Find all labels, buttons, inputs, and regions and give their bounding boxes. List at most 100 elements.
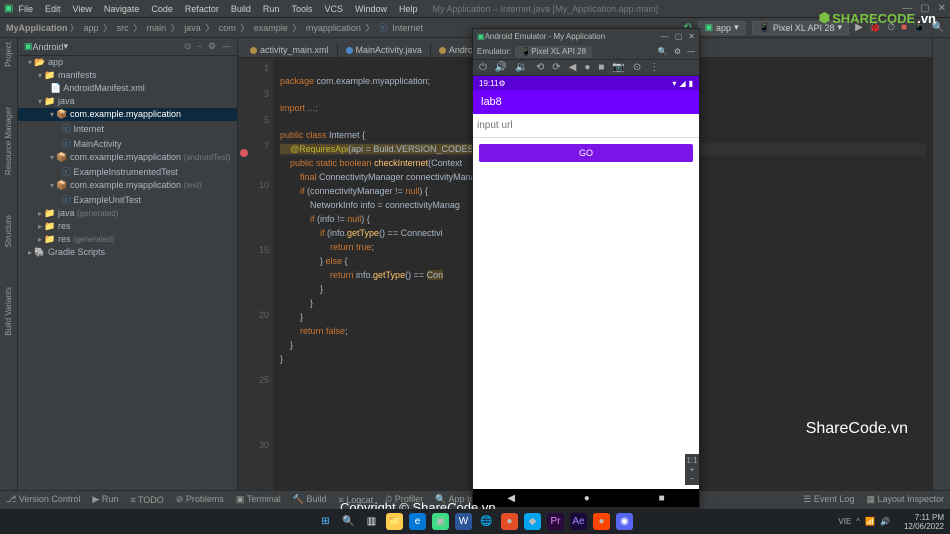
tree-pkg-androidtest[interactable]: 📦 com.example.myapplication (androidTest…: [18, 151, 237, 164]
app-icon-3[interactable]: ●: [593, 513, 610, 530]
tree-file-eut[interactable]: ⓒ ExampleUnitTest: [18, 192, 237, 207]
emu-overview-icon[interactable]: ■: [598, 62, 604, 73]
go-button[interactable]: GO: [479, 144, 693, 162]
url-input[interactable]: [477, 120, 695, 131]
chrome-icon[interactable]: 🌐: [478, 513, 495, 530]
tree-pkg-test[interactable]: 📦 com.example.myapplication (test): [18, 179, 237, 192]
tree-file-mainactivity[interactable]: ⓒ MainActivity: [18, 136, 237, 151]
emu-min-icon[interactable]: —: [661, 32, 669, 41]
tool-problems[interactable]: ⊘ Problems: [176, 494, 224, 505]
menu-vcs[interactable]: VCS: [319, 3, 348, 15]
url-input-row[interactable]: [473, 114, 699, 138]
menu-tools[interactable]: Tools: [286, 3, 317, 15]
menu-file[interactable]: File: [13, 3, 38, 15]
tree-res[interactable]: 📁 res: [18, 220, 237, 233]
tray-volume-icon[interactable]: 🔊: [880, 517, 890, 526]
tab-mainactivity[interactable]: MainActivity.java: [338, 43, 431, 57]
tree-hide-icon[interactable]: —: [222, 41, 231, 52]
tool-build-variants[interactable]: Build Variants: [4, 287, 13, 336]
tree-gear-icon[interactable]: ⚙: [208, 41, 216, 52]
tool-structure[interactable]: Structure: [4, 215, 13, 247]
tree-java[interactable]: 📁 java: [18, 95, 237, 108]
tray-lang[interactable]: VIE: [838, 517, 851, 526]
tree-pkg-main[interactable]: 📦 com.example.myapplication: [18, 108, 237, 121]
menu-navigate[interactable]: Navigate: [99, 3, 145, 15]
emu-screenshot-icon[interactable]: 📷: [612, 62, 624, 73]
start-icon[interactable]: ⊞: [317, 513, 334, 530]
app-icon-2[interactable]: ◆: [524, 513, 541, 530]
emu-rotleft-icon[interactable]: ⟲: [536, 62, 544, 73]
nav-overview-icon[interactable]: ■: [659, 493, 665, 504]
menu-build[interactable]: Build: [226, 3, 256, 15]
tree-settings-icon[interactable]: ⊙: [184, 41, 192, 52]
androidstudio-icon[interactable]: ▣: [432, 513, 449, 530]
close-icon[interactable]: ✕: [938, 3, 946, 14]
taskbar-clock[interactable]: 7:11 PM12/06/2022: [904, 513, 944, 531]
phone-screen[interactable]: 19:11 ⚙ ▾◢▮ lab8 GO 1:1+− ◀ ● ■: [473, 76, 699, 507]
menu-run[interactable]: Run: [258, 3, 285, 15]
breakpoint-gutter[interactable]: [238, 58, 250, 490]
menu-refactor[interactable]: Refactor: [180, 3, 224, 15]
menu-help[interactable]: Help: [394, 3, 423, 15]
tree-collapse-icon[interactable]: ⎯: [197, 41, 202, 52]
emu-device-selector[interactable]: 📱 Pixel XL API 28: [515, 46, 592, 58]
emu-more-icon[interactable]: ⋮: [649, 62, 659, 73]
menu-view[interactable]: View: [67, 3, 96, 15]
tree-file-internet[interactable]: ⓒ Internet: [18, 121, 237, 136]
zoom-control[interactable]: 1:1+−: [685, 454, 699, 485]
tree-app[interactable]: 📂 app: [18, 56, 237, 69]
tree-manifests[interactable]: 📁 manifests: [18, 69, 237, 82]
emu-power-icon[interactable]: ⏻: [479, 62, 487, 73]
taskview-icon[interactable]: ▥: [363, 513, 380, 530]
emu-close-icon[interactable]: ✕: [688, 32, 695, 41]
emulator-window[interactable]: ▣ Android Emulator - My Application —▢✕ …: [472, 28, 700, 508]
emulator-titlebar[interactable]: ▣ Android Emulator - My Application —▢✕: [473, 29, 699, 44]
tray-wifi-icon[interactable]: 📶: [865, 517, 875, 526]
tree-gradle[interactable]: 🐘 Gradle Scripts: [18, 246, 237, 259]
tool-project[interactable]: Project: [4, 42, 13, 67]
app-icon-1[interactable]: ●: [501, 513, 518, 530]
tree-manifest-file[interactable]: 📄 AndroidManifest.xml: [18, 82, 237, 95]
tree-res-gen[interactable]: 📁 res (generated): [18, 233, 237, 246]
windows-taskbar[interactable]: ⊞ 🔍 ▥ 📁 e ▣ W 🌐 ● ◆ Pr Ae ● ◉ VIE ^ 📶 🔊 …: [0, 509, 950, 534]
nav-back-icon[interactable]: ◀: [507, 493, 515, 504]
tool-todo[interactable]: ≡ TODO: [130, 495, 163, 505]
breadcrumb[interactable]: MyApplication 〉 app 〉 src 〉 main 〉 java …: [6, 21, 425, 34]
tool-run[interactable]: ▶ Run: [92, 494, 118, 505]
tree-header[interactable]: ▣ Android ▾ ⊙⎯⚙—: [18, 38, 237, 56]
tool-resource-manager[interactable]: Resource Manager: [4, 107, 13, 175]
explorer-icon[interactable]: 📁: [386, 513, 403, 530]
emu-home-icon[interactable]: ●: [584, 62, 590, 73]
tree-java-gen[interactable]: 📁 java (generated): [18, 207, 237, 220]
aftereffects-icon[interactable]: Ae: [570, 513, 587, 530]
tree-file-eit[interactable]: ⓒ ExampleInstrumentedTest: [18, 164, 237, 179]
tool-vcs[interactable]: ⎇ Version Control: [6, 494, 80, 505]
menu-window[interactable]: Window: [350, 3, 392, 15]
tool-layout-inspector[interactable]: ▦ Layout Inspector: [866, 494, 944, 505]
nav-home-icon[interactable]: ●: [584, 493, 590, 504]
project-tree[interactable]: ▣ Android ▾ ⊙⎯⚙— 📂 app 📁 manifests 📄 And…: [18, 38, 238, 490]
emu-hide-icon[interactable]: —: [687, 47, 695, 56]
search-taskbar-icon[interactable]: 🔍: [340, 513, 357, 530]
menu-edit[interactable]: Edit: [40, 3, 66, 15]
tool-eventlog[interactable]: ☰ Event Log: [803, 494, 854, 505]
menu-code[interactable]: Code: [146, 3, 178, 15]
tab-activity-main[interactable]: activity_main.xml: [242, 43, 338, 57]
emu-max-icon[interactable]: ▢: [675, 32, 683, 41]
emu-rotright-icon[interactable]: ⟳: [552, 62, 560, 73]
run-config-selector[interactable]: ▣app ▾: [698, 21, 746, 35]
breakpoint-icon[interactable]: [240, 149, 248, 157]
emu-back-icon[interactable]: ◀: [569, 62, 577, 73]
emu-voldown-icon[interactable]: 🔉: [515, 62, 527, 73]
emu-volup-icon[interactable]: 🔊: [495, 62, 507, 73]
tray-chevron-icon[interactable]: ^: [856, 517, 860, 526]
tool-build[interactable]: 🔨 Build: [293, 494, 327, 505]
edge-icon[interactable]: e: [409, 513, 426, 530]
premiere-icon[interactable]: Pr: [547, 513, 564, 530]
discord-icon[interactable]: ◉: [616, 513, 633, 530]
emu-record-icon[interactable]: ⊙: [633, 62, 641, 73]
system-tray[interactable]: VIE ^ 📶 🔊: [838, 517, 890, 526]
word-icon[interactable]: W: [455, 513, 472, 530]
tool-terminal[interactable]: ▣ Terminal: [236, 494, 281, 505]
emu-gear-icon[interactable]: ⚙: [674, 47, 681, 56]
